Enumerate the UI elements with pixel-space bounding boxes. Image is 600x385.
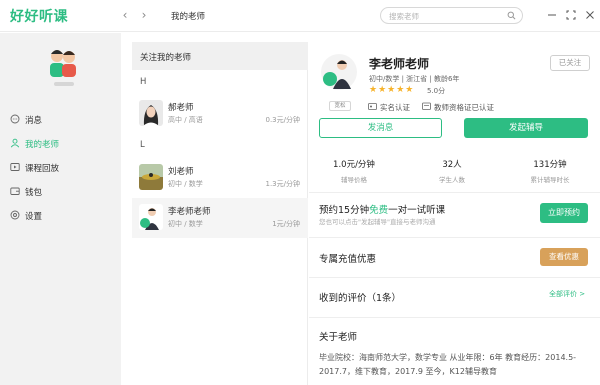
group-letter: L	[140, 140, 145, 150]
teacher-detail: 宽松 李老师老师 初中/数学 | 浙江省 | 教龄6年 ★★★★★ 5.0分 实…	[309, 42, 600, 385]
teacher-qualification-certification: 教师资格证已认证	[422, 102, 512, 112]
teacher-subject: 初中 / 数学	[168, 220, 203, 228]
id-card-icon	[368, 103, 377, 110]
teacher-subject: 高中 / 高语	[168, 116, 203, 124]
teacher-photo	[139, 204, 163, 230]
teacher-subject: 初中 / 数学	[168, 180, 203, 188]
sidebar-item-label: 设置	[25, 212, 43, 222]
list-header-title: 关注我的老师	[140, 53, 192, 63]
real-name-certification: 实名认证	[368, 102, 426, 112]
certificate-icon	[422, 102, 431, 110]
view-offers-button[interactable]: 查看优惠	[540, 248, 588, 266]
recharge-offer-title: 专属充值优惠	[319, 254, 377, 265]
divider	[309, 277, 600, 278]
teacher-price: 1元/分钟	[272, 220, 300, 228]
divider	[309, 317, 600, 318]
send-message-button[interactable]: 发消息	[319, 118, 442, 138]
star-icon: ★★★★★	[369, 85, 415, 95]
sidebar: 消息 我的老师 课程回放 钱包 设置	[0, 33, 121, 385]
stat-value: 32人	[442, 160, 462, 170]
stat-label: 学生人数	[439, 176, 465, 184]
book-now-button[interactable]: 立即预约	[540, 203, 588, 223]
teacher-tag: 宽松	[329, 101, 351, 111]
search-input[interactable]	[389, 10, 501, 22]
teacher-name: 李老师老师	[168, 207, 211, 217]
teacher-list: 关注我的老师 H 郝老师 高中 / 高语 0.3元/分钟 L 刘老师 初中 / …	[132, 42, 308, 385]
trial-title-free: 免费	[369, 205, 389, 216]
trial-lesson-title: 预约15分钟免费一对一试听课	[319, 202, 445, 216]
back-arrow-icon[interactable]: ‹	[118, 8, 132, 22]
about-teacher-title: 关于老师	[319, 332, 358, 343]
teacher-price: 0.3元/分钟	[265, 116, 301, 124]
teacher-detail-meta: 初中/数学 | 浙江省 | 教龄6年	[369, 75, 460, 83]
teacher-detail-name: 李老师老师	[369, 57, 430, 71]
teacher-name: 刘老师	[168, 167, 194, 177]
stat-value: 131分钟	[533, 160, 567, 170]
divider	[309, 192, 600, 193]
minimize-icon[interactable]	[545, 8, 559, 22]
divider	[309, 237, 600, 238]
start-tutoring-button[interactable]: 发起辅导	[464, 118, 588, 138]
list-header: 关注我的老师	[132, 42, 308, 70]
teacher-row[interactable]: 刘老师 初中 / 数学 1.3元/分钟	[132, 158, 308, 198]
teacher-row[interactable]: 郝老师 高中 / 高语 0.3元/分钟	[132, 94, 308, 134]
stat-students: 32人 学生人数	[407, 158, 497, 184]
trial-lesson-subtitle: 您也可以点击"发起辅导"直接与老师沟通	[319, 218, 436, 226]
sidebar-item-label: 钱包	[25, 188, 43, 198]
teacher-photo	[139, 100, 163, 126]
sidebar-item-settings[interactable]: 设置	[0, 204, 121, 226]
playback-icon	[10, 163, 20, 171]
teacher-photo	[139, 164, 163, 190]
wallet-icon	[10, 187, 20, 195]
about-teacher-text: 毕业院校：海南师范大学，数学专业 从业年限：6年 教育经历：2014.5-201…	[319, 353, 577, 376]
teacher-row-selected[interactable]: 李老师老师 初中 / 数学 1元/分钟	[132, 198, 308, 238]
teacher-name: 郝老师	[168, 103, 194, 113]
cert-label: 教师资格证已认证	[434, 103, 494, 112]
settings-icon	[10, 210, 20, 220]
sidebar-item-messages[interactable]: 消息	[0, 108, 121, 130]
sidebar-item-wallet[interactable]: 钱包	[0, 180, 121, 202]
breadcrumb: 我的老师	[171, 12, 206, 22]
sidebar-item-playback[interactable]: 课程回放	[0, 156, 121, 178]
sidebar-item-label: 消息	[25, 116, 43, 126]
app-logo: 好好听课	[10, 9, 68, 25]
trial-title-prefix: 预约15分钟	[319, 205, 370, 216]
follow-button[interactable]: 已关注	[550, 55, 590, 71]
teacher-detail-avatar	[321, 54, 357, 90]
message-icon	[10, 114, 20, 124]
stat-price: 1.0元/分钟 辅导价格	[309, 158, 399, 184]
cert-label: 实名认证	[380, 103, 410, 112]
stat-value: 1.0元/分钟	[333, 160, 375, 170]
rating-stars: ★★★★★	[369, 85, 414, 95]
group-letter: H	[140, 77, 147, 87]
teacher-price: 1.3元/分钟	[265, 180, 301, 188]
title-bar: 好好听课 ‹ › 我的老师	[0, 0, 600, 32]
reviews-title: 收到的评价（1条）	[319, 293, 402, 304]
rating-score: 5.0分	[427, 87, 446, 95]
sidebar-item-label: 我的老师	[25, 140, 60, 150]
user-name-placeholder	[54, 82, 74, 86]
trial-title-suffix: 一对一试听课	[388, 205, 446, 216]
search-box[interactable]	[380, 7, 523, 24]
all-reviews-link[interactable]: 全部评价 >	[549, 289, 585, 299]
stat-label: 辅导价格	[341, 176, 367, 184]
search-icon[interactable]	[507, 11, 516, 20]
user-avatar[interactable]	[47, 44, 79, 82]
maximize-icon[interactable]	[564, 8, 578, 22]
close-icon[interactable]	[583, 8, 597, 22]
sidebar-item-label: 课程回放	[25, 164, 60, 174]
teacher-icon	[10, 138, 20, 148]
sidebar-item-my-teachers[interactable]: 我的老师	[0, 132, 121, 154]
forward-arrow-icon[interactable]: ›	[137, 8, 151, 22]
stat-label: 累计辅导时长	[530, 176, 570, 184]
stat-duration: 131分钟 累计辅导时长	[505, 158, 595, 184]
